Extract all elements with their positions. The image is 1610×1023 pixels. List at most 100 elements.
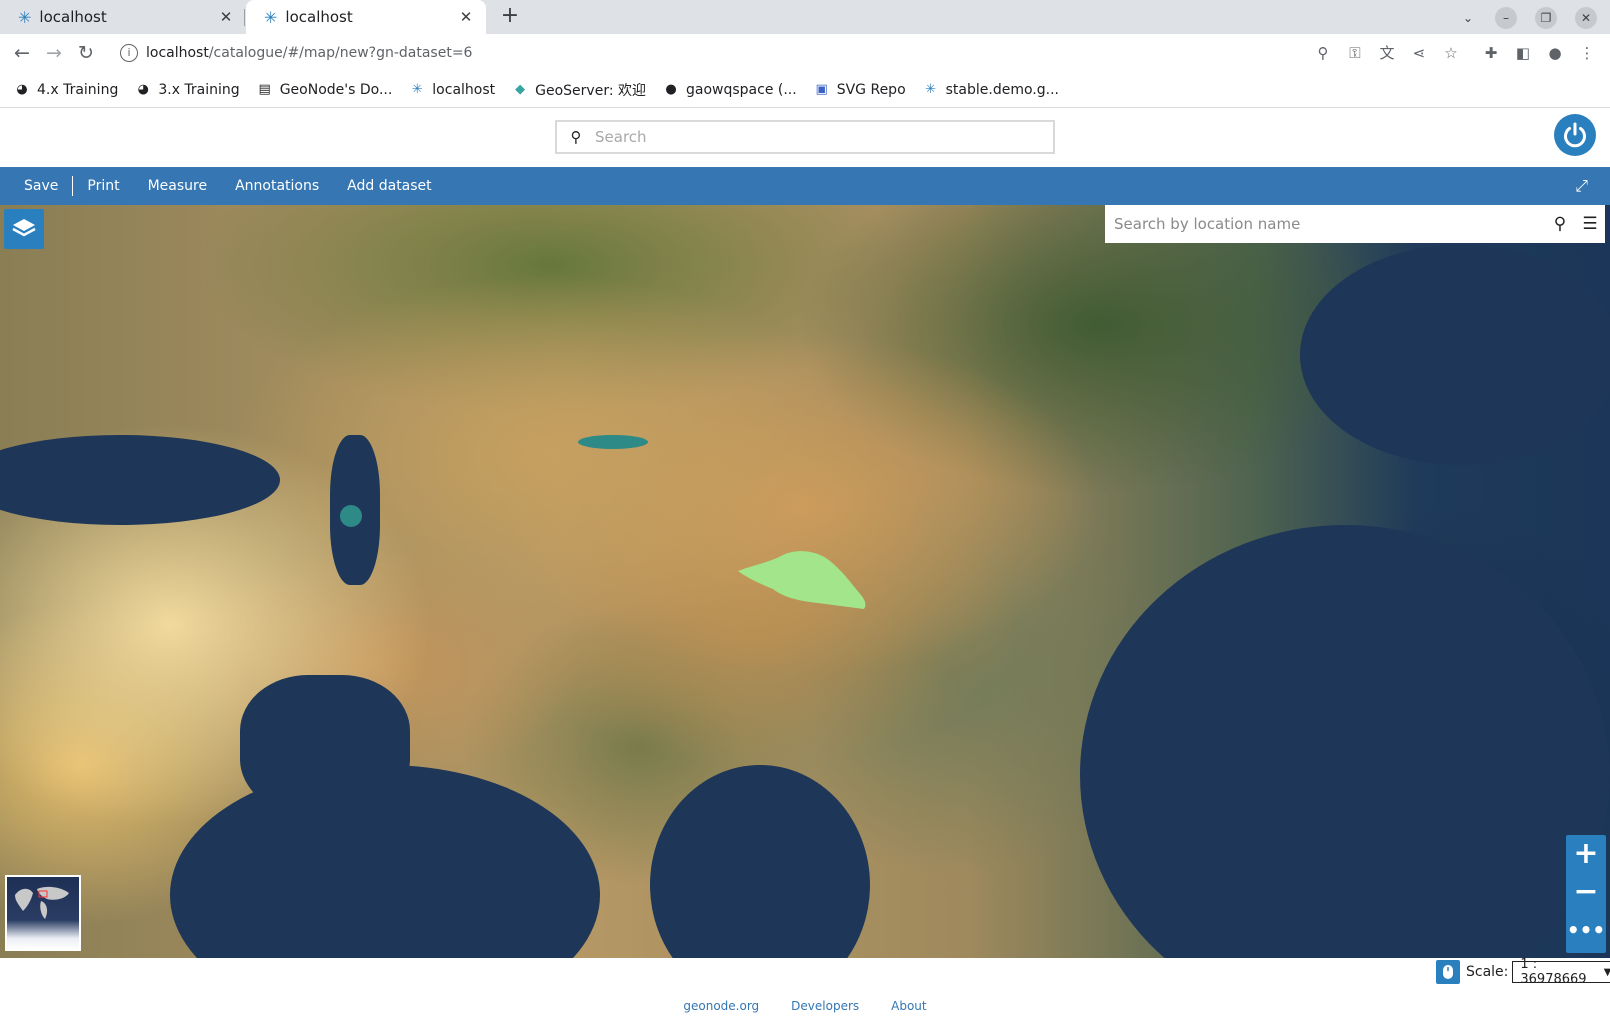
map-status-bar: Scale: 1 : 36978669 ▼ [0, 957, 1610, 988]
bookmark-label: GeoNode's Do... [279, 81, 393, 98]
footer-link-geonode[interactable]: geonode.org [683, 999, 759, 1013]
print-button[interactable]: Print [73, 178, 133, 194]
bay-of-bengal-area [650, 765, 870, 958]
bookmarks-bar: ◕ 4.x Training ◕ 3.x Training ▤ GeoNode's D… [0, 72, 1610, 108]
bookmark-geonode-docs[interactable]: ▤ GeoNode's Do... [257, 82, 393, 98]
annotations-button[interactable]: Annotations [221, 178, 333, 194]
bookmark-gaowqspace[interactable]: ● gaowqspace (... [663, 81, 797, 98]
scale-value: 1 : 36978669 [1520, 957, 1587, 987]
layers-icon [12, 219, 36, 237]
globe-icon: ◕ [137, 81, 150, 97]
menu-kebab-icon[interactable]: ⋮ [1577, 43, 1597, 63]
address-host: localhost [146, 45, 209, 61]
bookmark-4x-training[interactable]: ◕ 4.x Training [14, 82, 118, 98]
tab-localhost-2[interactable]: ✳ localhost ✕ [246, 0, 486, 34]
window-close-icon[interactable]: ✕ [1575, 7, 1597, 29]
aral-lake [340, 505, 362, 527]
save-button[interactable]: Save [10, 178, 72, 194]
key-icon[interactable]: ⚿ [1345, 43, 1365, 63]
browser-toolbar: ← → ↻ i localhost/catalogue/#/map/new?gn… [0, 34, 1610, 72]
okhotsk-area [1300, 245, 1610, 465]
profile-icon[interactable]: ● [1545, 43, 1565, 63]
search-icon[interactable]: ⚲ [1545, 214, 1575, 234]
book-icon: ▤ [258, 81, 271, 97]
mouse-icon [1443, 965, 1453, 979]
bookmark-label: 3.x Training [158, 81, 240, 98]
dataset-polygon-shape [738, 551, 866, 609]
site-info-icon[interactable]: i [120, 44, 138, 62]
arabian-sea-area [170, 765, 600, 958]
scale-label: Scale: [1466, 964, 1509, 980]
location-search-input[interactable] [1105, 215, 1545, 233]
svgrepo-icon: ▣ [815, 81, 828, 97]
minimize-icon[interactable]: – [1495, 7, 1517, 29]
translate-icon[interactable]: 文 [1377, 43, 1397, 63]
bookmark-stable-demo[interactable]: ✳ stable.demo.g... [923, 82, 1059, 98]
tab-localhost-1[interactable]: ✳ localhost ✕ [0, 0, 246, 34]
footer-link-about[interactable]: About [891, 999, 926, 1013]
footer-link-developers[interactable]: Developers [791, 999, 859, 1013]
fullscreen-icon[interactable]: ⤢ [1575, 176, 1588, 196]
close-tab-icon[interactable]: ✕ [218, 8, 234, 26]
more-tools-button[interactable]: ••• [1566, 911, 1606, 949]
bookmark-label: 4.x Training [37, 81, 119, 98]
zoom-in-button[interactable]: + [1566, 835, 1606, 873]
address-bar[interactable]: i localhost/catalogue/#/map/new?gn-datas… [108, 37, 1308, 69]
layers-button[interactable] [4, 209, 44, 249]
tab-search-icon[interactable]: ⌄ [1457, 7, 1479, 29]
bookmark-label: gaowqspace (... [686, 81, 797, 98]
hamburger-menu-icon[interactable]: ☰ [1575, 214, 1605, 234]
catalogue-search[interactable]: ⚲ [555, 120, 1055, 154]
pacific-area [1080, 525, 1610, 958]
share-icon[interactable]: ⋖ [1409, 43, 1429, 63]
search-icon: ⚲ [570, 128, 582, 146]
extensions-icon[interactable]: ✚ [1481, 43, 1501, 63]
bookmark-label: stable.demo.g... [945, 81, 1059, 98]
tab-title: localhost [39, 8, 107, 26]
bookmark-svg-repo[interactable]: ▣ SVG Repo [814, 82, 906, 98]
globe-icon: ◕ [16, 81, 28, 97]
bookmark-3x-training[interactable]: ◕ 3.x Training [135, 81, 240, 98]
address-path: /catalogue/#/map/new?gn-dataset=6 [208, 45, 473, 61]
bookmark-star-icon[interactable]: ☆ [1441, 43, 1461, 63]
measure-button[interactable]: Measure [134, 178, 222, 194]
forward-icon[interactable]: → [42, 41, 66, 65]
side-panel-icon[interactable]: ◧ [1513, 43, 1533, 63]
geonode-icon: ✳ [925, 81, 937, 97]
github-icon: ● [665, 81, 677, 97]
bookmark-localhost[interactable]: ✳ localhost [409, 82, 495, 98]
balkhash-lake [578, 435, 648, 449]
geonode-icon: ✳ [411, 81, 423, 97]
map-toolbar: Save Print Measure Annotations Add datas… [0, 167, 1610, 205]
dataset-polygon[interactable] [738, 549, 868, 611]
black-sea-area [0, 435, 280, 525]
geonode-header: ⚲ [0, 108, 1610, 167]
new-tab-button[interactable]: + [498, 5, 522, 29]
bookmark-label: SVG Repo [836, 81, 906, 98]
mouse-position-button[interactable] [1436, 960, 1460, 984]
location-icon[interactable]: ⚲ [1313, 43, 1333, 63]
tab-title: localhost [285, 8, 353, 26]
chevron-down-icon: ▼ [1603, 966, 1610, 978]
scale-select[interactable]: 1 : 36978669 ▼ [1512, 957, 1610, 987]
page-footer: geonode.org Developers About [0, 988, 1610, 1023]
geonode-icon: ✳ [18, 7, 32, 27]
bookmark-label: localhost [432, 81, 496, 98]
restore-icon[interactable]: ❐ [1535, 7, 1557, 29]
search-input[interactable] [595, 128, 1053, 146]
map-viewport[interactable]: ⚲ ☰ + − ••• [0, 205, 1610, 958]
browser-tab-bar: ✳ localhost ✕ ✳ localhost ✕ + ⌄ – ❐ ✕ [0, 0, 1610, 34]
back-icon[interactable]: ← [10, 41, 34, 65]
bookmark-geoserver[interactable]: ◆ GeoServer: 欢迎 [512, 80, 646, 100]
reload-icon[interactable]: ↻ [74, 41, 98, 65]
close-tab-icon[interactable]: ✕ [458, 8, 474, 26]
zoom-out-button[interactable]: − [1566, 873, 1606, 911]
location-search[interactable]: ⚲ ☰ [1105, 205, 1605, 243]
world-thumbnail-icon [15, 886, 69, 919]
add-dataset-button[interactable]: Add dataset [333, 178, 446, 194]
login-power-button[interactable] [1554, 114, 1596, 156]
geoserver-icon: ◆ [515, 81, 526, 97]
zoom-controls: + − ••• [1566, 835, 1606, 953]
overview-map[interactable] [5, 875, 81, 951]
bookmark-label: GeoServer: 欢迎 [535, 82, 646, 99]
